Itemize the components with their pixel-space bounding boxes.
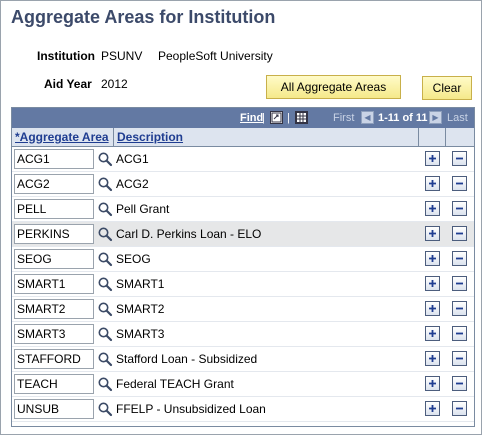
aggregate-area-input[interactable]: ACG1	[14, 149, 94, 169]
plus-icon[interactable]	[425, 326, 440, 341]
table-row: SMART1 SMART1	[12, 272, 474, 297]
plus-icon[interactable]	[425, 351, 440, 366]
description-text: SMART1	[116, 277, 165, 291]
page-title: Aggregate Areas for Institution	[11, 7, 276, 27]
description-text: ACG1	[116, 152, 149, 166]
description-text: Federal TEACH Grant	[116, 377, 234, 391]
magnifier-icon[interactable]	[97, 251, 113, 267]
minus-icon[interactable]	[452, 226, 467, 241]
delete-column-header	[446, 128, 474, 146]
magnifier-icon[interactable]	[97, 401, 113, 417]
nav-separator-2: |	[287, 112, 290, 124]
next-arrow-icon[interactable]: ▶	[429, 111, 442, 124]
minus-icon[interactable]	[452, 251, 467, 266]
minus-icon[interactable]	[452, 401, 467, 416]
minus-icon[interactable]	[452, 176, 467, 191]
institution-name: PeopleSoft University	[158, 49, 273, 63]
spreadsheet-icon[interactable]	[295, 111, 308, 124]
minus-icon[interactable]	[452, 301, 467, 316]
description-text: ACG2	[116, 177, 149, 191]
table-row: PELL Pell Grant	[12, 197, 474, 222]
first-link[interactable]: First	[333, 112, 354, 124]
aggregate-area-input[interactable]: SMART2	[14, 299, 94, 319]
clear-button[interactable]: Clear	[422, 76, 472, 100]
description-column-header[interactable]: Description	[114, 128, 419, 146]
previous-arrow-icon[interactable]: ◀	[361, 111, 374, 124]
magnifier-icon[interactable]	[97, 151, 113, 167]
view-all-icon[interactable]	[270, 111, 283, 124]
table-row: PERKINS Carl D. Perkins Loan - ELO	[12, 222, 474, 247]
row-range-label: 1-11 of 11	[378, 112, 428, 124]
aggregate-area-input[interactable]: UNSUB	[14, 399, 94, 419]
description-text: Pell Grant	[116, 202, 170, 216]
minus-icon[interactable]	[452, 151, 467, 166]
plus-icon[interactable]	[425, 276, 440, 291]
plus-icon[interactable]	[425, 201, 440, 216]
aggregate-area-input[interactable]: SEOG	[14, 249, 94, 269]
aid-year-label: Aid Year	[44, 77, 92, 91]
description-text: Stafford Loan - Subsidized	[116, 352, 258, 366]
aggregate-area-input[interactable]: ACG2	[14, 174, 94, 194]
description-text: SEOG	[116, 252, 151, 266]
aggregate-area-input[interactable]: PELL	[14, 199, 94, 219]
table-row: SMART2 SMART2	[12, 297, 474, 322]
magnifier-icon[interactable]	[97, 226, 113, 242]
description-text: Carl D. Perkins Loan - ELO	[116, 227, 262, 241]
aggregate-area-input[interactable]: SMART3	[14, 324, 94, 344]
plus-icon[interactable]	[425, 151, 440, 166]
aggregate-area-input[interactable]: SMART1	[14, 274, 94, 294]
table-row: ACG2 ACG2	[12, 172, 474, 197]
grid-header-row: *Aggregate Area Description	[12, 128, 474, 147]
page-frame: Aggregate Areas for Institution Institut…	[0, 0, 482, 435]
find-link[interactable]: Find	[240, 112, 263, 124]
table-row: UNSUB FFELP - Unsubsidized Loan	[12, 397, 474, 422]
magnifier-icon[interactable]	[97, 176, 113, 192]
institution-label: Institution	[37, 49, 95, 63]
table-row: SEOG SEOG	[12, 247, 474, 272]
aggregate-area-input[interactable]: PERKINS	[14, 224, 94, 244]
nav-separator: |	[262, 112, 265, 124]
plus-icon[interactable]	[425, 251, 440, 266]
all-aggregate-areas-button[interactable]: All Aggregate Areas	[266, 75, 401, 99]
magnifier-icon[interactable]	[97, 201, 113, 217]
magnifier-icon[interactable]	[97, 376, 113, 392]
aggregate-areas-grid: Find | | First ◀ 1-11 of 11 ▶ Last *Aggr…	[11, 107, 475, 427]
plus-icon[interactable]	[425, 301, 440, 316]
magnifier-icon[interactable]	[97, 326, 113, 342]
plus-icon[interactable]	[425, 226, 440, 241]
description-text: SMART2	[116, 302, 165, 316]
minus-icon[interactable]	[452, 376, 467, 391]
table-row: TEACH Federal TEACH Grant	[12, 372, 474, 397]
minus-icon[interactable]	[452, 201, 467, 216]
plus-icon[interactable]	[425, 376, 440, 391]
table-row: STAFFORD Stafford Loan - Subsidized	[12, 347, 474, 372]
grid-navigation-bar: Find | | First ◀ 1-11 of 11 ▶ Last	[12, 108, 474, 128]
add-column-header	[419, 128, 446, 146]
magnifier-icon[interactable]	[97, 276, 113, 292]
minus-icon[interactable]	[452, 276, 467, 291]
magnifier-icon[interactable]	[97, 351, 113, 367]
aggregate-area-column-header[interactable]: *Aggregate Area	[12, 128, 114, 146]
table-row: ACG1 ACG1	[12, 147, 474, 172]
minus-icon[interactable]	[452, 351, 467, 366]
magnifier-icon[interactable]	[97, 301, 113, 317]
table-row: SMART3 SMART3	[12, 322, 474, 347]
institution-code: PSUNV	[101, 49, 143, 63]
description-text: SMART3	[116, 327, 165, 341]
last-link[interactable]: Last	[447, 112, 468, 124]
aid-year-value: 2012	[101, 77, 128, 91]
minus-icon[interactable]	[452, 326, 467, 341]
aggregate-area-input[interactable]: TEACH	[14, 374, 94, 394]
grid-rows: ACG1 ACG1 ACG2 ACG2 PELL Pell Grant PERKINS Car…	[12, 147, 474, 422]
description-text: FFELP - Unsubsidized Loan	[116, 402, 266, 416]
plus-icon[interactable]	[425, 401, 440, 416]
aggregate-area-input[interactable]: STAFFORD	[14, 349, 94, 369]
plus-icon[interactable]	[425, 176, 440, 191]
